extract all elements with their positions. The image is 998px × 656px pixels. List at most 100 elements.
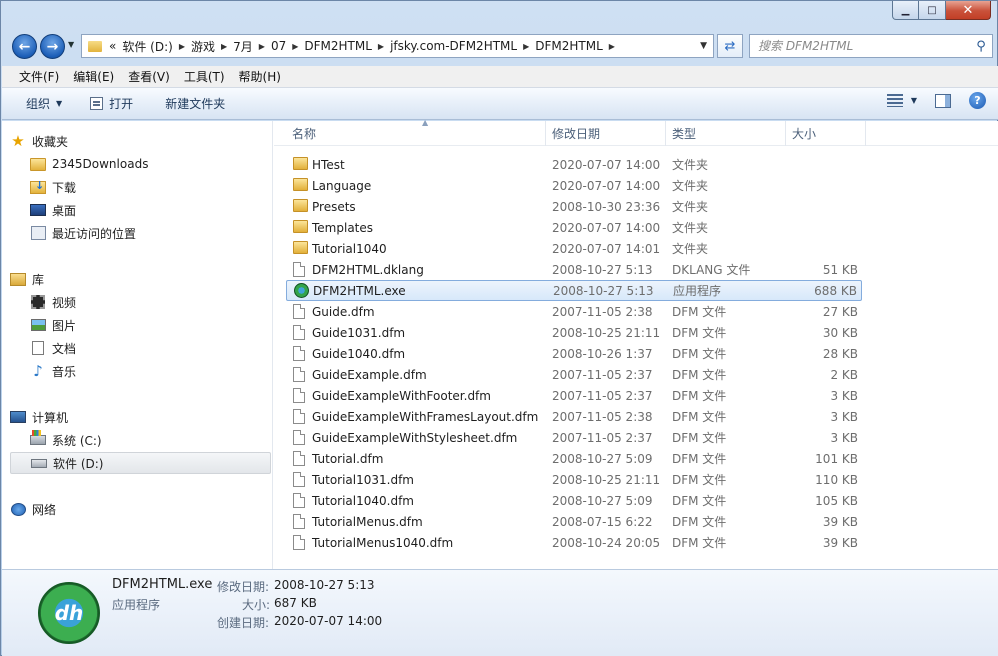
nav-item-music[interactable]: ♪ 音乐 bbox=[30, 360, 271, 382]
nav-item-drive-d[interactable]: 软件 (D:) bbox=[10, 452, 271, 474]
chevron-right-icon[interactable]: ▶ bbox=[375, 42, 387, 51]
navigation-pane[interactable]: ★ 收藏夹 2345Downloads 下载 桌面 最近访问的位置 库 bbox=[2, 121, 273, 569]
breadcrumb-item[interactable]: jfsky.com-DFM2HTML bbox=[387, 39, 520, 53]
nav-favorites[interactable]: ★ 收藏夹 bbox=[10, 130, 271, 152]
file-row[interactable]: GuideExampleWithFramesLayout.dfm 2007-11-… bbox=[286, 406, 862, 427]
file-row[interactable]: GuideExample.dfm 2007-11-05 2:37 DFM 文件 2 K… bbox=[286, 364, 862, 385]
minimize-button[interactable]: ▁ bbox=[892, 1, 919, 20]
file-name: GuideExampleWithStylesheet.dfm bbox=[312, 430, 518, 445]
breadcrumb-item[interactable]: 07 bbox=[268, 39, 289, 53]
maximize-button[interactable]: □ bbox=[919, 1, 946, 20]
close-button[interactable]: ✕ bbox=[946, 1, 991, 20]
file-date: 2008-10-27 5:09 bbox=[552, 451, 653, 466]
breadcrumb-overflow[interactable]: « bbox=[106, 39, 119, 53]
breadcrumb-item[interactable]: 软件 (D:) bbox=[119, 38, 175, 55]
file-list[interactable]: 名称 ▲ 修改日期 类型 大小 HTest 2020-07-07 14:00 文件夹… bbox=[274, 118, 998, 569]
file-row[interactable]: GuideExampleWithStylesheet.dfm 2007-11-05… bbox=[286, 427, 862, 448]
nav-network[interactable]: 网络 bbox=[10, 498, 271, 520]
content-area: ★ 收藏夹 2345Downloads 下载 桌面 最近访问的位置 库 bbox=[2, 118, 998, 569]
file-row[interactable]: DFM2HTML.exe 2008-10-27 5:13 应用程序 688 KB bbox=[286, 280, 862, 301]
file-row[interactable]: Tutorial1040.dfm 2008-10-27 5:09 DFM 文件 105… bbox=[286, 490, 862, 511]
nav-item-pictures[interactable]: 图片 bbox=[30, 314, 271, 336]
folder-icon bbox=[293, 199, 308, 212]
chevron-right-icon[interactable]: ▶ bbox=[176, 42, 188, 51]
file-row[interactable]: Guide1040.dfm 2008-10-26 1:37 DFM 文件 28 KB bbox=[286, 343, 862, 364]
document-icon bbox=[30, 341, 46, 355]
picture-icon bbox=[30, 318, 46, 332]
organize-button[interactable]: 组织 ▼ bbox=[16, 92, 72, 116]
address-dropdown-icon[interactable]: ▼ bbox=[694, 41, 713, 51]
recent-pages-dropdown[interactable]: ▼ bbox=[68, 40, 74, 49]
breadcrumb-item[interactable]: DFM2HTML bbox=[532, 39, 606, 53]
back-button[interactable]: ← bbox=[12, 34, 37, 59]
file-row[interactable]: GuideExampleWithFooter.dfm 2007-11-05 2:3… bbox=[286, 385, 862, 406]
nav-item-documents[interactable]: 文档 bbox=[30, 337, 271, 359]
file-name: TutorialMenus1040.dfm bbox=[312, 535, 454, 550]
chevron-right-icon[interactable]: ▶ bbox=[289, 42, 301, 51]
file-date: 2007-11-05 2:37 bbox=[552, 430, 653, 445]
breadcrumb-item[interactable]: 游戏 bbox=[188, 38, 218, 55]
details-created-label: 创建日期: bbox=[217, 616, 270, 630]
file-row[interactable]: Tutorial1040 2020-07-07 14:01 文件夹 bbox=[286, 238, 862, 259]
menu-file[interactable]: 文件(F) bbox=[12, 68, 66, 85]
desktop-icon bbox=[30, 203, 46, 217]
search-input[interactable] bbox=[750, 39, 970, 53]
open-label: 打开 bbox=[109, 97, 134, 111]
explorer-window: ▁ □ ✕ ← → ▼ « 软件 (D:) ▶ 游戏 ▶ 7月 ▶ 07 ▶ D… bbox=[0, 0, 998, 656]
preview-pane-icon[interactable] bbox=[935, 93, 951, 108]
nav-item-drive-c[interactable]: 系统 (C:) bbox=[30, 429, 271, 451]
file-row[interactable]: Tutorial.dfm 2008-10-27 5:09 DFM 文件 101 KB bbox=[286, 448, 862, 469]
search-box: ⚲ bbox=[749, 34, 993, 58]
file-type: 文件夹 bbox=[672, 179, 709, 193]
menu-help[interactable]: 帮助(H) bbox=[232, 68, 288, 85]
search-icon[interactable]: ⚲ bbox=[970, 39, 992, 54]
column-header-name[interactable]: 名称 ▲ bbox=[286, 118, 546, 146]
file-row[interactable]: Tutorial1031.dfm 2008-10-25 21:11 DFM 文件 11… bbox=[286, 469, 862, 490]
file-row[interactable]: Guide1031.dfm 2008-10-25 21:11 DFM 文件 30 KB bbox=[286, 322, 862, 343]
file-row[interactable]: TutorialMenus1040.dfm 2008-10-24 20:05 DFM… bbox=[286, 532, 862, 553]
file-row[interactable]: Presets 2008-10-30 23:36 文件夹 bbox=[286, 196, 862, 217]
file-date: 2008-10-27 5:13 bbox=[553, 283, 654, 298]
nav-item-downloads[interactable]: 下载 bbox=[30, 176, 271, 198]
file-row[interactable]: Language 2020-07-07 14:00 文件夹 bbox=[286, 175, 862, 196]
nav-item-2345downloads[interactable]: 2345Downloads bbox=[30, 153, 271, 175]
file-row[interactable]: DFM2HTML.dklang 2008-10-27 5:13 DKLANG 文件 5… bbox=[286, 259, 862, 280]
chevron-down-icon[interactable]: ▼ bbox=[911, 96, 917, 105]
nav-label: 计算机 bbox=[32, 410, 69, 425]
file-type: DFM 文件 bbox=[672, 347, 727, 361]
file-row[interactable]: Guide.dfm 2007-11-05 2:38 DFM 文件 27 KB bbox=[286, 301, 862, 322]
menu-tools[interactable]: 工具(T) bbox=[177, 68, 232, 85]
file-icon bbox=[293, 388, 305, 403]
chevron-right-icon[interactable]: ▶ bbox=[218, 42, 230, 51]
nav-libraries[interactable]: 库 bbox=[10, 268, 271, 290]
breadcrumb-item[interactable]: DFM2HTML bbox=[301, 39, 375, 53]
nav-label: 音乐 bbox=[52, 364, 77, 379]
refresh-button[interactable]: ⇄ bbox=[717, 34, 743, 58]
forward-button[interactable]: → bbox=[40, 34, 65, 59]
menu-view[interactable]: 查看(V) bbox=[121, 68, 177, 85]
change-view-icon[interactable] bbox=[886, 94, 903, 107]
file-name: HTest bbox=[312, 157, 345, 172]
arrow-left-icon: ← bbox=[18, 38, 31, 55]
open-button[interactable]: 打开 bbox=[80, 92, 143, 116]
nav-item-videos[interactable]: 视频 bbox=[30, 291, 271, 313]
file-row[interactable]: TutorialMenus.dfm 2008-07-15 6:22 DFM 文件 39… bbox=[286, 511, 862, 532]
file-date: 2007-11-05 2:38 bbox=[552, 409, 653, 424]
nav-item-recent-places[interactable]: 最近访问的位置 bbox=[30, 222, 271, 244]
column-header-type[interactable]: 类型 bbox=[666, 121, 786, 146]
breadcrumb-item[interactable]: 7月 bbox=[230, 38, 256, 55]
nav-computer[interactable]: 计算机 bbox=[10, 406, 271, 428]
menu-edit[interactable]: 编辑(E) bbox=[66, 68, 121, 85]
chevron-right-icon[interactable]: ▶ bbox=[606, 42, 618, 51]
help-icon[interactable]: ? bbox=[969, 92, 986, 109]
chevron-right-icon[interactable]: ▶ bbox=[520, 42, 532, 51]
new-folder-button[interactable]: 新建文件夹 bbox=[155, 92, 235, 116]
file-row[interactable]: Templates 2020-07-07 14:00 文件夹 bbox=[286, 217, 862, 238]
chevron-right-icon[interactable]: ▶ bbox=[256, 42, 268, 51]
file-row[interactable]: HTest 2020-07-07 14:00 文件夹 bbox=[286, 154, 862, 175]
nav-item-desktop[interactable]: 桌面 bbox=[30, 199, 271, 221]
column-header-date[interactable]: 修改日期 bbox=[546, 121, 666, 146]
column-header-size[interactable]: 大小 bbox=[786, 121, 866, 146]
address-bar[interactable]: « 软件 (D:) ▶ 游戏 ▶ 7月 ▶ 07 ▶ DFM2HTML ▶ jf… bbox=[81, 34, 714, 58]
details-filename: DFM2HTML.exe bbox=[112, 577, 213, 592]
